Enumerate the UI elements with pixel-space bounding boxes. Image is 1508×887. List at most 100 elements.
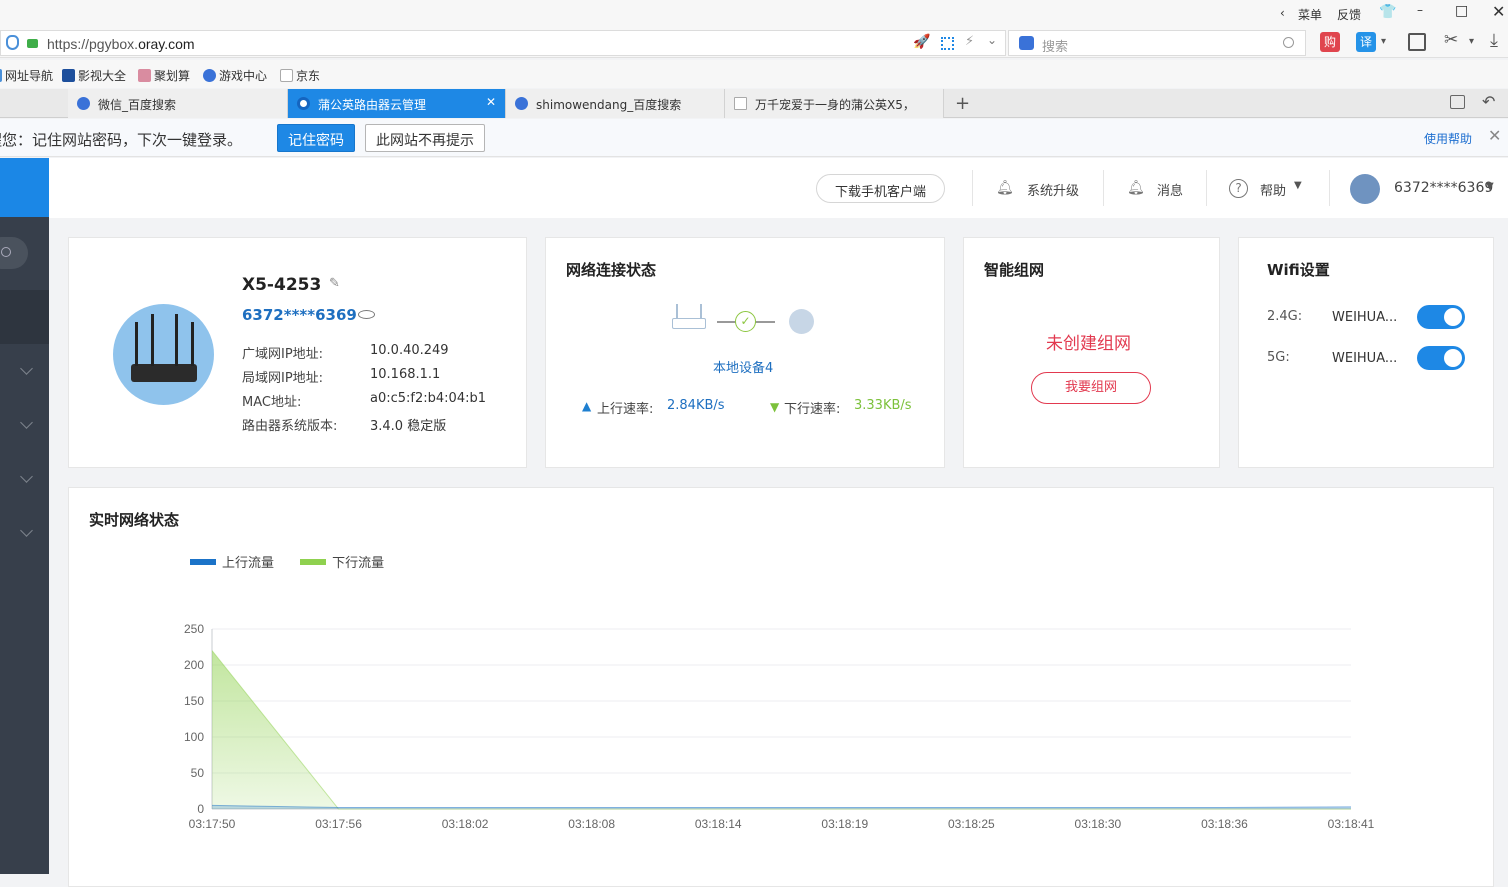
close-tab-icon[interactable]: ✕ xyxy=(486,95,496,109)
remember-password-button[interactable]: 记住密码 xyxy=(277,124,355,152)
sidebar-expand-chevron-icon[interactable] xyxy=(20,524,33,537)
system-upgrade-link[interactable]: 系统升级 xyxy=(1027,180,1079,199)
top-navigation: 下载手机客户端 🔔︎ 系统升级 🔔︎ 消息 ? 帮助 ▼ 6372****636… xyxy=(49,158,1508,218)
eye-hidden-icon[interactable] xyxy=(358,310,375,319)
new-tab-icon[interactable]: + xyxy=(955,93,970,114)
maximize-icon[interactable]: □ xyxy=(1455,3,1468,19)
rocket-icon[interactable]: 🚀 xyxy=(913,34,930,50)
sidebar xyxy=(0,158,49,874)
create-mesh-button[interactable]: 我要组网 xyxy=(1031,372,1151,404)
upload-value: 2.84KB/s xyxy=(667,398,725,413)
search-field[interactable]: 搜索 xyxy=(1008,30,1306,56)
undo-close-icon[interactable]: ↶ xyxy=(1482,92,1495,111)
realtime-status-card: 实时网络状态 上行流量 下行流量 0 50 100 150 200 250 03:17:50… xyxy=(68,487,1494,887)
wifi-24g-toggle[interactable] xyxy=(1417,305,1465,329)
download-label: 下行速率: xyxy=(784,402,841,417)
shirt-skin-icon[interactable]: 👕 xyxy=(1379,4,1396,20)
caret-down-icon[interactable]: ▼ xyxy=(1486,181,1494,192)
shopping-button[interactable]: 购 xyxy=(1320,32,1340,52)
help-circle-icon: ? xyxy=(1229,179,1248,198)
help-link[interactable]: 使用帮助 xyxy=(1424,130,1472,147)
never-prompt-button[interactable]: 此网站不再提示 xyxy=(365,124,485,152)
x-tick-label: 03:18:19 xyxy=(821,817,868,831)
edit-pencil-icon[interactable]: ✎ xyxy=(329,276,340,291)
baidu-paw-icon xyxy=(515,97,528,110)
download-icon[interactable]: ⤓ xyxy=(1490,30,1498,51)
app-logo[interactable] xyxy=(0,158,49,217)
search-icon[interactable] xyxy=(1283,37,1294,48)
url-field[interactable]: https://pgybox.oray.com 🚀 ⚡ ⌄ xyxy=(0,30,1006,56)
translate-button[interactable]: 译 xyxy=(1356,32,1376,52)
router-image xyxy=(113,304,214,405)
y-tick-label: 250 xyxy=(184,622,204,636)
x-tick-label: 03:18:02 xyxy=(442,817,489,831)
x-tick-label: 03:17:56 xyxy=(315,817,362,831)
tab-strip: 微信_百度搜索 蒲公英路由器云管理 ✕ shimowendang_百度搜索 万千… xyxy=(0,89,1508,118)
baidu-paw-icon xyxy=(1019,36,1034,50)
apps-grid-icon[interactable] xyxy=(1408,33,1426,51)
restore-tabs-icon[interactable] xyxy=(1450,95,1465,109)
scissors-dropdown-icon[interactable]: ▾ xyxy=(1469,36,1474,47)
device-name: X5-4253 xyxy=(242,275,322,295)
caret-down-icon[interactable]: ▼ xyxy=(1294,180,1302,191)
minimize-icon[interactable]: – xyxy=(1417,3,1423,17)
download-line xyxy=(211,650,1351,810)
sidebar-expand-chevron-icon[interactable] xyxy=(20,470,33,483)
globe-icon xyxy=(789,309,814,334)
download-area xyxy=(212,650,1351,809)
wifi-settings-card: Wifi设置 2.4G: WEIHUA... 5G: WEIHUA... xyxy=(1238,237,1494,468)
bookmark-item[interactable]: 影视大全 xyxy=(62,67,126,84)
x-tick-label: 03:18:08 xyxy=(568,817,615,831)
qrcode-icon[interactable] xyxy=(941,37,954,50)
bell-icon: 🔔︎ xyxy=(1127,180,1145,196)
tab-x5-article[interactable]: 万千宠爱于一身的蒲公英X5， xyxy=(725,89,944,118)
upload-line xyxy=(211,804,1352,809)
download-value: 3.33KB/s xyxy=(854,398,912,413)
network-status-title: 网络连接状态 xyxy=(566,261,657,279)
messages-link[interactable]: 消息 xyxy=(1157,180,1183,199)
account-name[interactable]: 6372****6369 xyxy=(1394,180,1493,196)
close-bar-icon[interactable]: ✕ xyxy=(1488,126,1501,145)
feedback-button[interactable]: 反馈 xyxy=(1337,6,1361,23)
back-arrow-icon[interactable]: ‹ xyxy=(1280,6,1285,20)
local-devices-link[interactable]: 本地设备4 xyxy=(713,357,773,376)
mac-label: MAC地址: xyxy=(242,395,302,410)
translate-dropdown-icon[interactable]: ▾ xyxy=(1381,36,1386,47)
help-menu[interactable]: 帮助 xyxy=(1260,180,1286,199)
wan-ip-value: 10.0.40.249 xyxy=(370,343,449,358)
sidebar-expand-chevron-icon[interactable] xyxy=(20,416,33,429)
avatar[interactable] xyxy=(1350,174,1380,204)
scissors-icon[interactable]: ✂ xyxy=(1444,30,1458,50)
sidebar-item-selected[interactable] xyxy=(0,290,49,344)
network-status-card: 网络连接状态 ✓ 本地设备4 ▲ 上行速率: 2.84KB/s ▼ 下行速率: … xyxy=(545,237,945,468)
wifi-5g-toggle[interactable] xyxy=(1417,346,1465,370)
bookmark-item[interactable]: 聚划算 xyxy=(138,67,190,84)
sidebar-search[interactable] xyxy=(0,237,28,269)
close-window-icon[interactable]: ✕ xyxy=(1492,2,1505,21)
upload-label: 上行速率: xyxy=(597,402,654,417)
pgy-logo-icon xyxy=(297,97,310,110)
search-placeholder: 搜索 xyxy=(1042,40,1069,55)
x-tick-label: 03:17:50 xyxy=(189,817,236,831)
bell-upgrade-icon: 🔔︎ xyxy=(996,180,1014,196)
menu-button[interactable]: 菜单 xyxy=(1298,6,1322,23)
mac-value: a0:c5:f2:b4:04:b1 xyxy=(370,391,486,406)
password-prompt-text: 提醒您：记住网站密码，下次一键登录。 xyxy=(0,131,243,149)
y-tick-label: 50 xyxy=(191,766,205,780)
chevron-down-icon[interactable]: ⌄ xyxy=(987,33,997,47)
shield-icon xyxy=(6,35,19,50)
mesh-title: 智能组网 xyxy=(984,261,1045,279)
tab-shimo-search[interactable]: shimowendang_百度搜索 xyxy=(506,89,725,118)
download-arrow-icon: ▼ xyxy=(770,400,780,414)
sidebar-expand-chevron-icon[interactable] xyxy=(20,362,33,375)
bookmark-item[interactable]: 游戏中心 xyxy=(203,67,267,84)
download-app-button[interactable]: 下载手机客户端 xyxy=(816,174,946,203)
bookmark-item[interactable]: 京东 xyxy=(280,67,320,84)
lan-ip-value: 10.168.1.1 xyxy=(370,367,441,382)
x-tick-label: 03:18:14 xyxy=(695,817,742,831)
bookmark-item[interactable]: 网址导航 xyxy=(0,67,53,84)
tab-router-manager[interactable]: 蒲公英路由器云管理 ✕ xyxy=(288,89,506,118)
lightning-icon[interactable]: ⚡ xyxy=(965,34,974,49)
search-icon xyxy=(1,247,11,257)
tab-wechat-search[interactable]: 微信_百度搜索 xyxy=(68,89,288,118)
